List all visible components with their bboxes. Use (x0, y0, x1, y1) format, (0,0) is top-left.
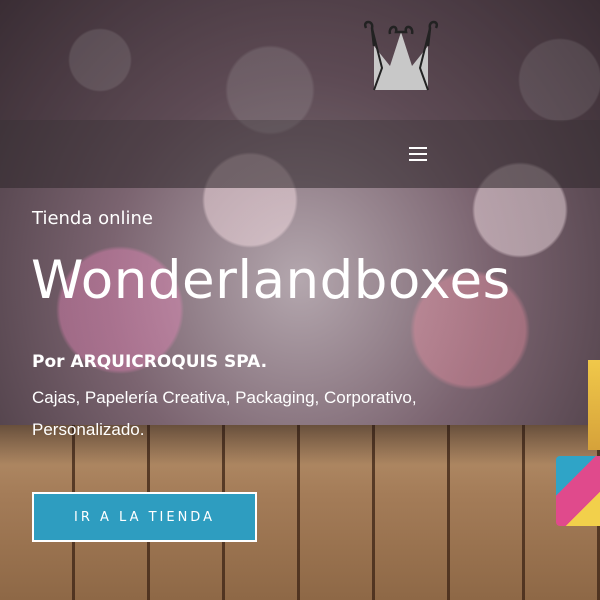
gift-box-decoration (556, 456, 600, 526)
site-header (0, 0, 600, 120)
crown-icon[interactable] (360, 18, 442, 92)
hero-description: Cajas, Papelería Creativa, Packaging, Co… (32, 388, 417, 439)
hamburger-menu-icon[interactable] (404, 140, 432, 168)
gift-box-decoration (588, 360, 600, 450)
navigation-bar (0, 120, 600, 188)
hero-byline: Por ARQUICROQUIS SPA. (32, 352, 268, 372)
hero-title: Wonderlandboxes (31, 250, 511, 311)
menu-line (409, 153, 427, 155)
menu-line (409, 147, 427, 149)
menu-line (409, 159, 427, 161)
hero-eyebrow: Tienda online (32, 208, 154, 229)
go-to-store-button[interactable]: IR A LA TIENDA (32, 492, 257, 542)
